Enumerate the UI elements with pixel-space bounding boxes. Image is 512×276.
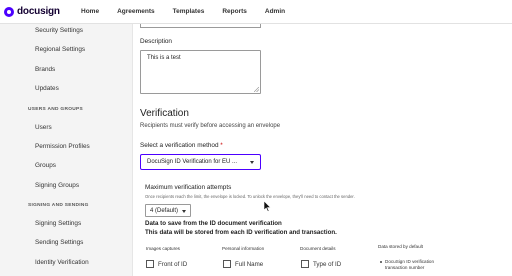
sidebar-heading-users-groups: USERS AND GROUPS bbox=[28, 107, 83, 112]
admin-sidebar: Security Settings Regional Settings Bran… bbox=[0, 24, 133, 276]
mouse-pointer-icon bbox=[264, 201, 272, 212]
description-textarea[interactable]: This is a test bbox=[140, 50, 261, 94]
verification-method-select[interactable]: DocuSign ID Verification for EU ... bbox=[140, 154, 261, 170]
save-data-heading: Data to save from the ID document verifi… bbox=[145, 220, 282, 227]
column-data-stored-default: Data stored by default bbox=[378, 244, 423, 249]
type-of-id-checkbox[interactable] bbox=[301, 260, 309, 268]
main-nav: Home Agreements Templates Reports Admin bbox=[72, 8, 294, 15]
sidebar-item-permission-profiles[interactable]: Permission Profiles bbox=[35, 143, 90, 150]
nav-agreements[interactable]: Agreements bbox=[117, 8, 155, 15]
sidebar-item-identity-verification[interactable]: Identity Verification bbox=[35, 259, 89, 266]
max-attempts-label: Maximum verification attempts bbox=[145, 184, 232, 191]
column-document-details: Document details bbox=[300, 246, 336, 251]
top-nav-bar: docusign Home Agreements Templates Repor… bbox=[0, 0, 512, 24]
column-personal-information: Personal information bbox=[222, 246, 265, 251]
sidebar-heading-signing-sending: SIGNING AND SENDING bbox=[28, 203, 89, 208]
sidebar-item-signing-groups[interactable]: Signing Groups bbox=[35, 182, 79, 189]
sidebar-item-updates[interactable]: Updates bbox=[35, 85, 59, 92]
full-name-label: Full Name bbox=[235, 261, 264, 268]
nav-home[interactable]: Home bbox=[81, 8, 99, 15]
verification-subtitle: Recipients must verify before accessing … bbox=[140, 123, 281, 129]
stored-item-transaction-number: DocuSign ID verification transaction num… bbox=[385, 259, 435, 270]
max-attempts-select[interactable]: 4 (Default) bbox=[145, 204, 191, 217]
save-data-note: This data will be stored from each ID ve… bbox=[145, 229, 337, 236]
nav-templates[interactable]: Templates bbox=[173, 8, 205, 15]
sidebar-item-brands[interactable]: Brands bbox=[35, 66, 55, 73]
chevron-down-icon bbox=[182, 210, 186, 213]
sidebar-item-signing-settings[interactable]: Signing Settings bbox=[35, 220, 81, 227]
chevron-down-icon bbox=[250, 161, 254, 164]
front-of-id-checkbox[interactable] bbox=[146, 260, 154, 268]
column-images-captures: Images captures bbox=[146, 246, 180, 251]
front-of-id-label: Front of ID bbox=[158, 261, 188, 268]
sidebar-item-sending-settings[interactable]: Sending Settings bbox=[35, 239, 83, 246]
docusign-logo[interactable]: docusign bbox=[4, 6, 72, 17]
name-field[interactable] bbox=[140, 24, 261, 28]
description-value: This is a test bbox=[147, 55, 181, 61]
resize-handle-icon[interactable] bbox=[254, 87, 259, 92]
bullet-icon bbox=[380, 261, 382, 263]
verification-heading: Verification bbox=[140, 108, 189, 119]
max-attempts-value: 4 (Default) bbox=[150, 208, 179, 214]
sidebar-item-groups[interactable]: Groups bbox=[35, 162, 56, 169]
verification-method-value: DocuSign ID Verification for EU ... bbox=[147, 159, 238, 165]
required-marker: * bbox=[220, 142, 223, 149]
docusign-logo-icon bbox=[4, 6, 14, 17]
nav-reports[interactable]: Reports bbox=[222, 8, 247, 15]
description-label: Description bbox=[140, 38, 172, 45]
max-attempts-hint: Once recipients reach the limit, the env… bbox=[145, 194, 355, 199]
logo-text: docusign bbox=[17, 6, 60, 17]
main-content: Description This is a test Verification … bbox=[133, 24, 512, 276]
sidebar-item-regional-settings[interactable]: Regional Settings bbox=[35, 46, 85, 53]
type-of-id-label: Type of ID bbox=[313, 261, 342, 268]
sidebar-item-security-settings[interactable]: Security Settings bbox=[35, 27, 83, 34]
method-label: Select a verification method * bbox=[140, 142, 223, 149]
full-name-checkbox[interactable] bbox=[223, 260, 231, 268]
sidebar-item-users[interactable]: Users bbox=[35, 124, 52, 131]
nav-admin[interactable]: Admin bbox=[265, 8, 285, 15]
